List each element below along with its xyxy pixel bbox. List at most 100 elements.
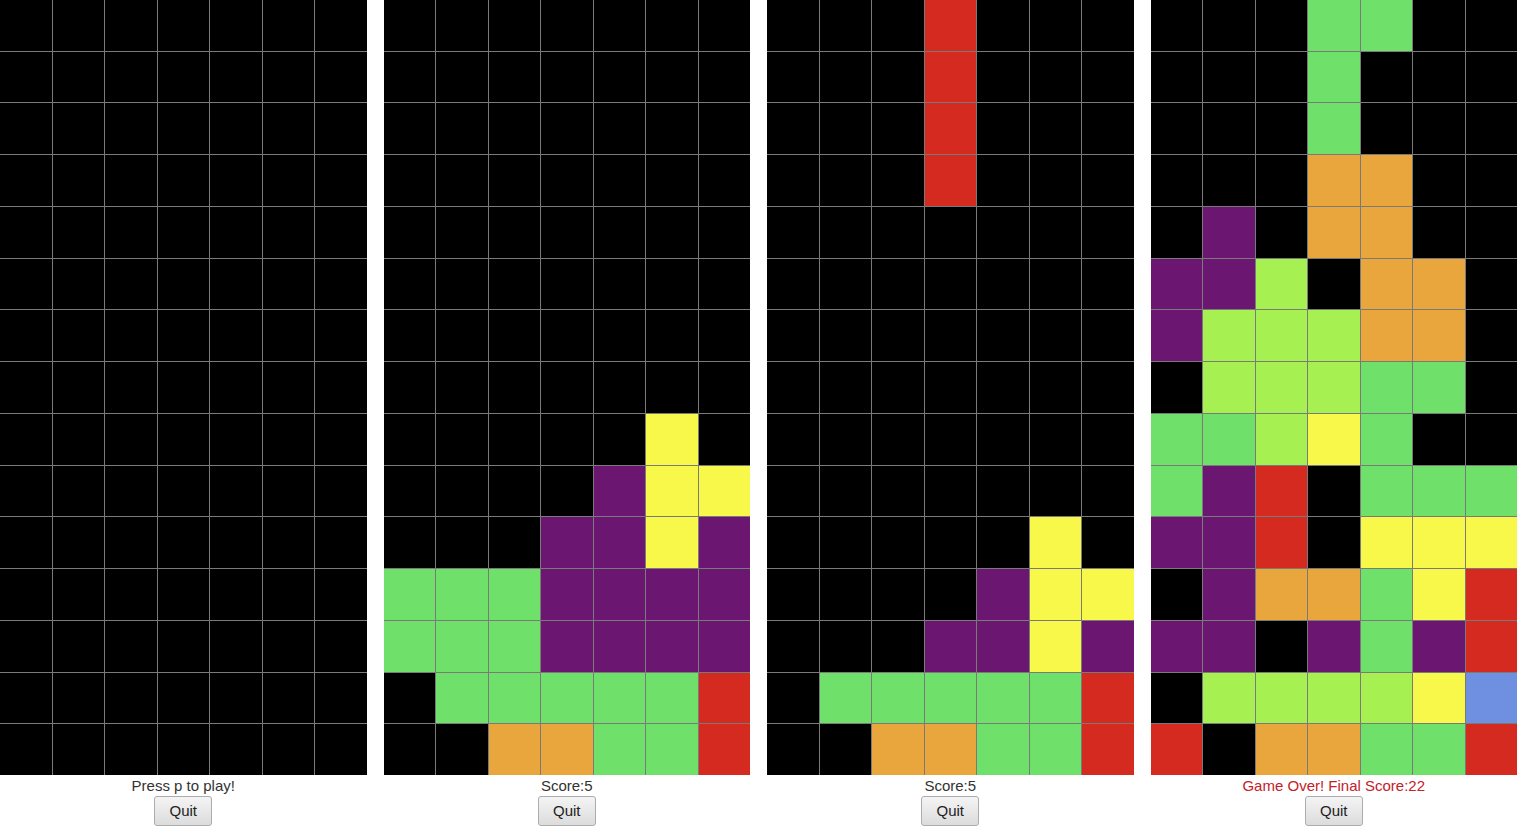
empty-cell <box>384 103 436 154</box>
empty-cell <box>1466 414 1517 465</box>
block-cell <box>1308 310 1360 361</box>
empty-cell <box>872 52 924 103</box>
empty-cell <box>1030 466 1082 517</box>
block-cell <box>594 621 646 672</box>
empty-cell <box>1203 103 1255 154</box>
empty-cell <box>263 310 315 361</box>
block-cell <box>384 569 436 620</box>
block-cell <box>1151 466 1203 517</box>
empty-cell <box>820 621 872 672</box>
block-cell <box>594 466 646 517</box>
block-cell <box>925 155 977 206</box>
empty-cell <box>1413 155 1465 206</box>
block-cell <box>594 569 646 620</box>
empty-cell <box>436 259 488 310</box>
empty-cell <box>436 207 488 258</box>
empty-cell <box>1030 103 1082 154</box>
empty-cell <box>1256 621 1308 672</box>
empty-cell <box>977 362 1029 413</box>
quit-button[interactable]: Quit <box>154 796 212 826</box>
empty-cell <box>384 155 436 206</box>
quit-button[interactable]: Quit <box>538 796 596 826</box>
empty-cell <box>1361 103 1413 154</box>
empty-cell <box>925 569 977 620</box>
empty-cell <box>872 259 924 310</box>
empty-cell <box>105 362 157 413</box>
empty-cell <box>158 362 210 413</box>
empty-cell <box>1082 207 1134 258</box>
empty-cell <box>699 207 751 258</box>
empty-cell <box>1413 414 1465 465</box>
empty-cell <box>384 207 436 258</box>
block-cell <box>977 569 1029 620</box>
empty-cell <box>872 517 924 568</box>
empty-cell <box>53 52 105 103</box>
empty-cell <box>436 310 488 361</box>
block-cell <box>699 466 751 517</box>
quit-button[interactable]: Quit <box>921 796 979 826</box>
game-board <box>767 0 1134 775</box>
empty-cell <box>820 362 872 413</box>
empty-cell <box>646 103 698 154</box>
empty-cell <box>384 52 436 103</box>
empty-cell <box>872 0 924 51</box>
block-cell <box>1466 724 1517 775</box>
empty-cell <box>158 569 210 620</box>
empty-cell <box>384 0 436 51</box>
empty-cell <box>1030 259 1082 310</box>
empty-cell <box>820 517 872 568</box>
block-cell <box>1256 466 1308 517</box>
empty-cell <box>105 310 157 361</box>
empty-cell <box>158 673 210 724</box>
block-cell <box>489 621 541 672</box>
empty-cell <box>315 52 367 103</box>
empty-cell <box>646 259 698 310</box>
block-cell <box>1308 621 1360 672</box>
empty-cell <box>105 517 157 568</box>
block-cell <box>1361 259 1413 310</box>
empty-cell <box>1466 310 1517 361</box>
empty-cell <box>1308 517 1360 568</box>
block-cell <box>1256 673 1308 724</box>
block-cell <box>699 673 751 724</box>
empty-cell <box>925 466 977 517</box>
empty-cell <box>0 569 52 620</box>
empty-cell <box>210 155 262 206</box>
empty-cell <box>436 0 488 51</box>
empty-cell <box>977 155 1029 206</box>
block-cell <box>541 517 593 568</box>
empty-cell <box>105 103 157 154</box>
status-text: Press p to play! <box>0 776 367 796</box>
block-cell <box>1361 621 1413 672</box>
empty-cell <box>767 466 819 517</box>
empty-cell <box>489 207 541 258</box>
quit-button[interactable]: Quit <box>1305 796 1363 826</box>
block-cell <box>925 673 977 724</box>
block-cell <box>594 673 646 724</box>
empty-cell <box>594 207 646 258</box>
empty-cell <box>541 414 593 465</box>
block-cell <box>1151 310 1203 361</box>
game-panel: Press p to play!Quit <box>0 0 367 828</box>
empty-cell <box>1030 155 1082 206</box>
empty-cell <box>1413 207 1465 258</box>
empty-cell <box>0 103 52 154</box>
block-cell <box>1082 673 1134 724</box>
empty-cell <box>767 569 819 620</box>
block-cell <box>541 724 593 775</box>
empty-cell <box>210 724 262 775</box>
block-cell <box>1030 621 1082 672</box>
empty-cell <box>105 259 157 310</box>
block-cell <box>1082 621 1134 672</box>
empty-cell <box>0 466 52 517</box>
block-cell <box>977 724 1029 775</box>
empty-cell <box>820 466 872 517</box>
empty-cell <box>541 207 593 258</box>
block-cell <box>1203 569 1255 620</box>
empty-cell <box>1030 414 1082 465</box>
game-panel: Score:5Quit <box>384 0 751 828</box>
empty-cell <box>315 155 367 206</box>
empty-cell <box>646 0 698 51</box>
empty-cell <box>1203 0 1255 51</box>
empty-cell <box>1466 259 1517 310</box>
